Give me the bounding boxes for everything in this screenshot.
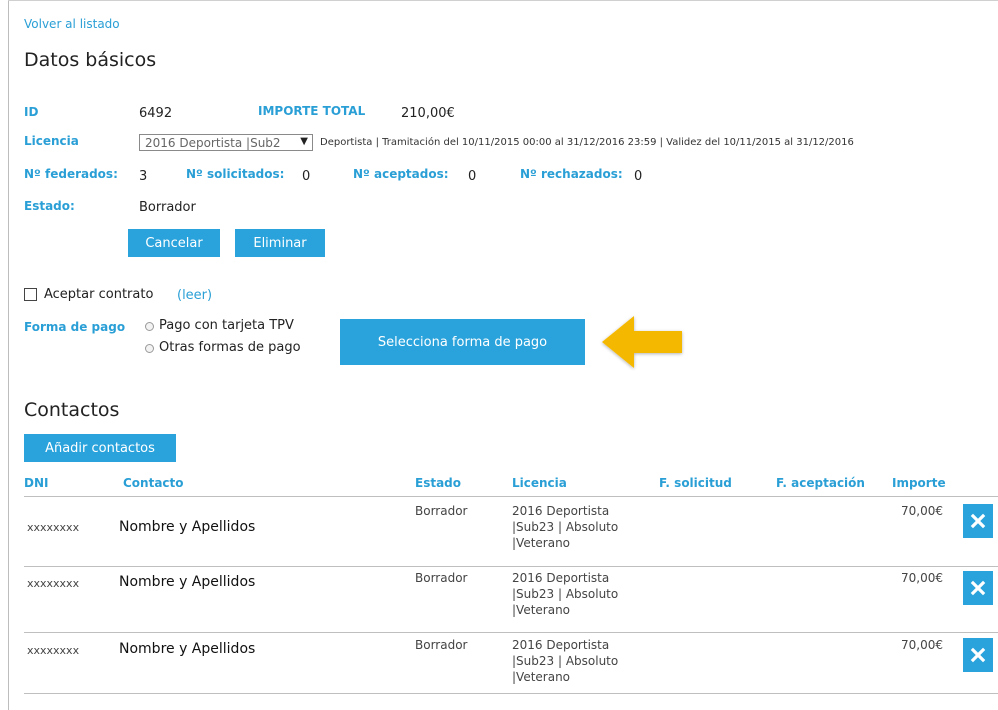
- licencia-select[interactable]: 2016 Deportista |Sub2 ▼: [139, 134, 313, 151]
- accept-contract-checkbox[interactable]: [24, 288, 37, 301]
- table-divider: [24, 496, 998, 497]
- back-to-list-link[interactable]: Volver al listado: [24, 17, 120, 31]
- select-payment-button[interactable]: Selecciona forma de pago: [340, 319, 585, 365]
- close-icon: [970, 647, 986, 663]
- row-licencia: 2016 Deportista |Sub23 | Absoluto |Veter…: [512, 504, 619, 550]
- importe-total-value: 210,00€: [401, 106, 455, 121]
- delete-button[interactable]: Eliminar: [235, 229, 325, 257]
- otras-formas-label: Otras formas de pago: [159, 340, 301, 355]
- licencia-info: Deportista | Tramitación del 10/11/2015 …: [320, 137, 854, 148]
- importe-total-label: IMPORTE TOTAL: [258, 104, 366, 118]
- row-dni: xxxxxxxx: [27, 644, 80, 657]
- radio-otras-formas[interactable]: [145, 344, 154, 353]
- row-dni: xxxxxxxx: [27, 577, 80, 590]
- add-contacts-button[interactable]: Añadir contactos: [24, 434, 176, 462]
- rechazados-label: Nº rechazados:: [520, 167, 623, 181]
- row-importe: 70,00€: [901, 571, 943, 585]
- rechazados-value: 0: [634, 169, 643, 184]
- close-icon: [970, 513, 986, 529]
- close-icon: [970, 580, 986, 596]
- estado-label: Estado:: [24, 199, 75, 213]
- page-frame-left: [8, 0, 9, 710]
- col-header-f-aceptacion: F. aceptación: [776, 476, 865, 490]
- row-contacto: Nombre y Apellidos: [119, 519, 256, 535]
- row-importe: 70,00€: [901, 504, 943, 518]
- aceptados-value: 0: [468, 169, 477, 184]
- federados-label: Nº federados:: [24, 167, 118, 181]
- row-divider: [24, 632, 998, 633]
- delete-row-button[interactable]: [963, 504, 993, 538]
- radio-pago-tpv[interactable]: [145, 322, 154, 331]
- payment-method-label: Forma de pago: [24, 320, 126, 334]
- col-header-licencia: Licencia: [512, 476, 567, 490]
- row-estado: Borrador: [415, 571, 468, 585]
- page-title: Datos básicos: [24, 49, 157, 71]
- federados-value: 3: [139, 169, 148, 184]
- solicitados-label: Nº solicitados:: [186, 167, 285, 181]
- estado-value: Borrador: [139, 200, 196, 215]
- row-licencia: 2016 Deportista |Sub23 | Absoluto |Veter…: [512, 638, 619, 684]
- col-header-contacto: Contacto: [123, 476, 184, 490]
- accept-contract-label: Aceptar contrato: [44, 287, 154, 302]
- id-value: 6492: [139, 106, 173, 121]
- row-dni: xxxxxxxx: [27, 521, 80, 534]
- licencia-select-value: 2016 Deportista |Sub2: [145, 135, 281, 150]
- chevron-down-icon: ▼: [300, 136, 308, 147]
- delete-row-button[interactable]: [963, 571, 993, 605]
- arrow-left-icon: [602, 316, 682, 368]
- delete-row-button[interactable]: [963, 638, 993, 672]
- aceptados-label: Nº aceptados:: [353, 167, 449, 181]
- pago-tpv-label: Pago con tarjeta TPV: [159, 318, 294, 333]
- row-licencia: 2016 Deportista |Sub23 | Absoluto |Veter…: [512, 571, 619, 617]
- row-importe: 70,00€: [901, 638, 943, 652]
- col-header-importe: Importe: [892, 476, 946, 490]
- licencia-label: Licencia: [24, 134, 79, 148]
- row-contacto: Nombre y Apellidos: [119, 574, 256, 590]
- solicitados-value: 0: [302, 169, 311, 184]
- col-header-f-solicitud: F. solicitud: [659, 476, 732, 490]
- col-header-estado: Estado: [415, 476, 462, 490]
- row-divider: [24, 693, 998, 694]
- row-divider: [24, 566, 998, 567]
- page-frame-top: [8, 0, 998, 1]
- col-header-dni: DNI: [24, 476, 49, 490]
- id-label: ID: [24, 105, 39, 119]
- row-estado: Borrador: [415, 504, 468, 518]
- read-contract-link[interactable]: (leer): [177, 288, 212, 303]
- contacts-title: Contactos: [24, 399, 120, 421]
- row-estado: Borrador: [415, 638, 468, 652]
- row-contacto: Nombre y Apellidos: [119, 641, 256, 657]
- cancel-button[interactable]: Cancelar: [128, 229, 220, 257]
